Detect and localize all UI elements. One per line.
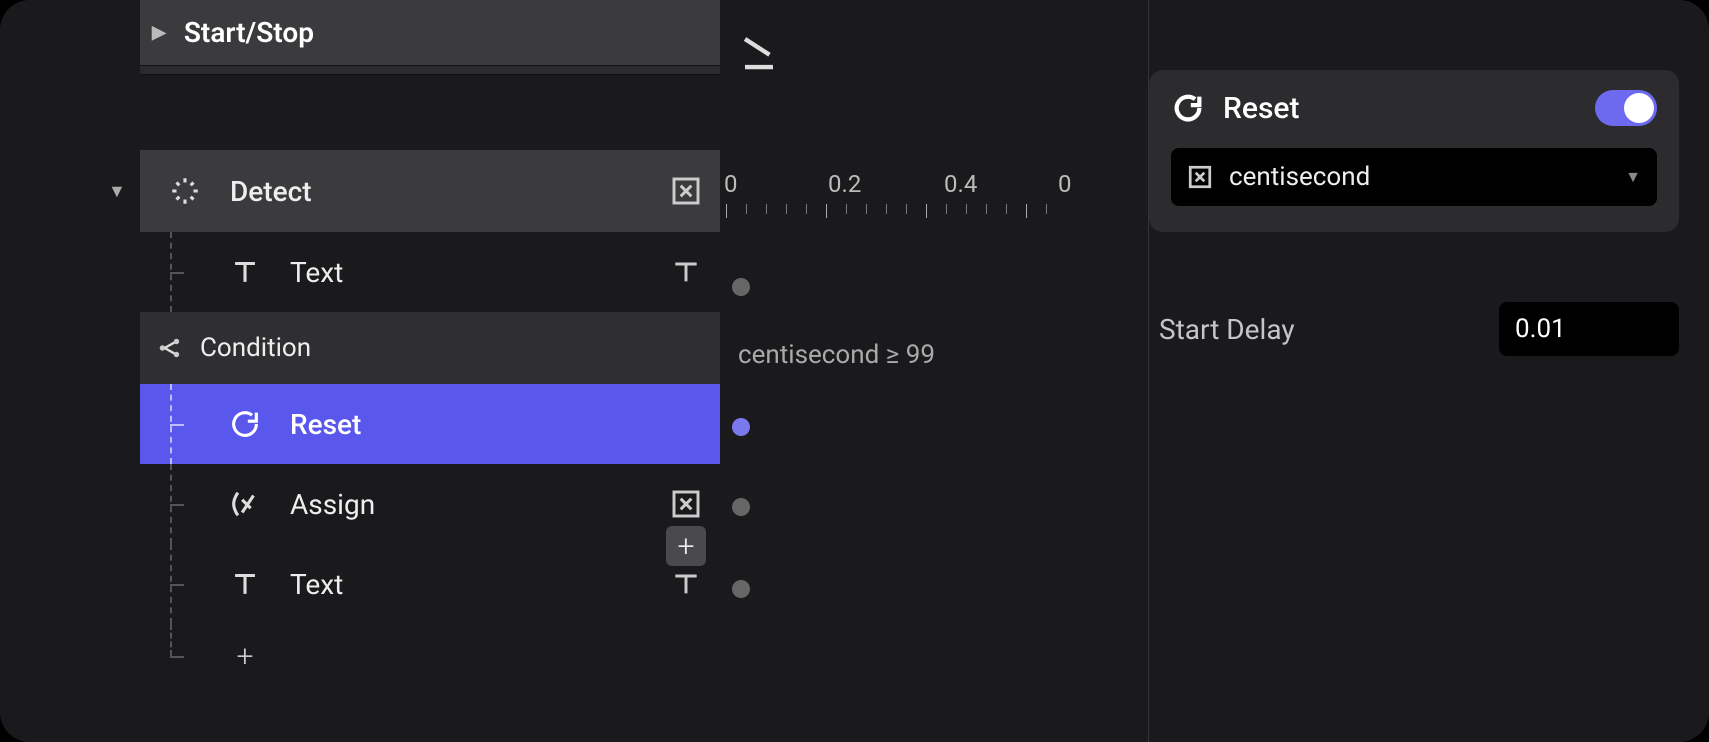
tree-label: Text — [290, 568, 343, 601]
left-gutter — [0, 0, 140, 742]
timeline-ruler[interactable]: 0 0.2 0.4 0 — [720, 170, 1148, 214]
inspector-pane: Reset centisecond ▼ Start Delay — [1149, 0, 1709, 742]
tree-header-label: Start/Stop — [184, 16, 314, 49]
tree-label: Text — [290, 256, 343, 289]
tick-label: 0.4 — [944, 170, 977, 198]
action-tree: ▼ Detect Text — [140, 150, 720, 688]
condition-icon — [140, 335, 200, 361]
x-box-icon — [670, 488, 702, 520]
add-action-button[interactable]: + — [666, 526, 706, 566]
keyframe-dot[interactable] — [732, 580, 750, 598]
tree-pane: ▶ Start/Stop ▼ Detect Text — [140, 0, 720, 742]
divider — [140, 65, 720, 75]
tree-row-text-2[interactable]: Text — [140, 544, 720, 624]
jump-down-icon[interactable] — [738, 32, 780, 78]
start-delay-row: Start Delay — [1149, 302, 1679, 356]
editor-window: ▶ Start/Stop ▼ Detect Text — [0, 0, 1709, 742]
tick-label: 0 — [724, 170, 738, 198]
tree-row-assign[interactable]: Assign + — [140, 464, 720, 544]
tree-row-reset[interactable]: Reset — [140, 384, 720, 464]
timeline-pane: 0 0.2 0.4 0 centisecond ≥ 99 — [720, 0, 1149, 742]
start-delay-label: Start Delay — [1159, 313, 1295, 346]
keyframe-dot-selected[interactable] — [732, 418, 750, 436]
tree-label: Reset — [290, 408, 361, 441]
inspector-panel: Reset centisecond ▼ — [1149, 70, 1679, 232]
timeline-condition-label: centisecond ≥ 99 — [738, 340, 935, 370]
reset-icon — [200, 407, 290, 441]
tick-label: 0 — [1058, 170, 1072, 198]
dropdown-value: centisecond — [1229, 162, 1370, 192]
plus-icon: + — [237, 639, 254, 674]
text-type-icon — [670, 568, 702, 600]
target-dropdown[interactable]: centisecond ▼ — [1171, 148, 1657, 206]
tree-label: Assign — [290, 488, 375, 521]
tick-label: 0.2 — [828, 170, 861, 198]
ruler-ticks — [726, 204, 1148, 218]
disclosure-right-icon: ▶ — [152, 22, 166, 43]
detect-icon — [140, 174, 230, 208]
text-icon — [200, 567, 290, 601]
chevron-down-icon: ▼ — [1625, 167, 1641, 187]
keyframe-dot[interactable] — [732, 498, 750, 516]
x-box-icon — [670, 175, 702, 207]
assign-icon — [200, 487, 290, 521]
tree-row-text-1[interactable]: Text — [140, 232, 720, 312]
tree-label: Condition — [200, 333, 311, 363]
text-type-icon — [670, 256, 702, 288]
tree-row-condition[interactable]: Condition — [140, 312, 720, 384]
tree-label: Detect — [230, 175, 312, 208]
keyframe-dot[interactable] — [732, 278, 750, 296]
x-box-icon — [1187, 164, 1213, 190]
tree-row-detect[interactable]: ▼ Detect — [140, 150, 720, 232]
text-icon — [200, 255, 290, 289]
reset-icon — [1171, 91, 1205, 125]
start-delay-input[interactable] — [1499, 302, 1679, 356]
disclosure-down-icon: ▼ — [108, 181, 126, 202]
inspector-title: Reset — [1223, 91, 1299, 126]
tree-header-start-stop[interactable]: ▶ Start/Stop — [140, 0, 720, 65]
tree-row-add[interactable]: + — [140, 624, 720, 688]
enabled-toggle[interactable] — [1595, 90, 1657, 126]
